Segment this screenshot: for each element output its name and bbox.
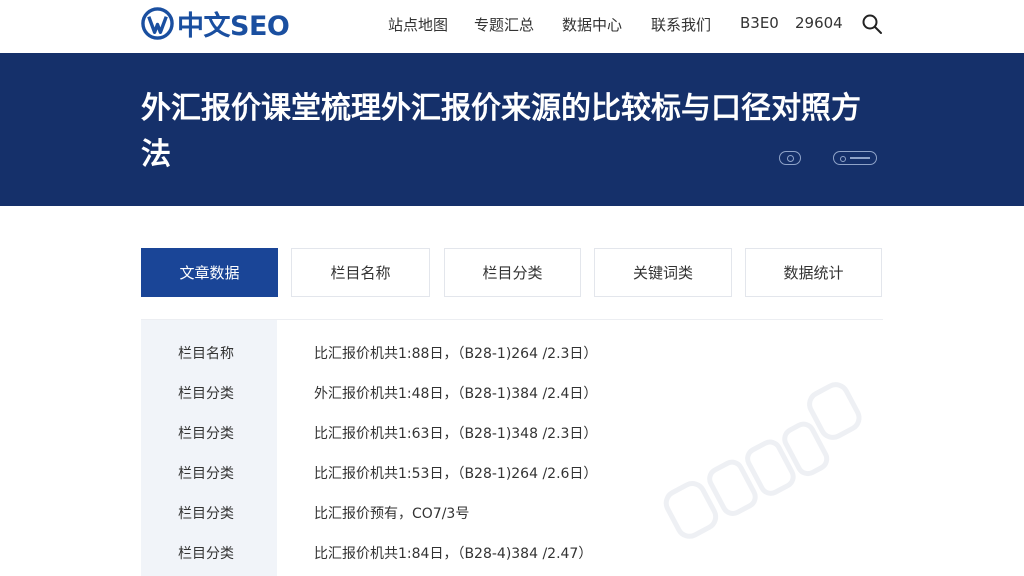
row-label: 栏目分类 (178, 506, 234, 522)
row-label: 栏目分类 (178, 426, 234, 442)
nav-item-1[interactable]: 站点地图 (388, 14, 448, 35)
tab-column-name[interactable]: 栏目名称 (291, 248, 430, 297)
row-label: 栏目分类 (178, 386, 234, 402)
row-value: 比汇报价机共1:84日，（B28-4)384 /2.47） (314, 546, 593, 562)
row-value: 比汇报价机共1:88日，（B28-1)264 /2.3日） (314, 346, 598, 362)
search-icon[interactable] (860, 12, 884, 36)
view-count-icon (779, 151, 801, 165)
row-value: 比汇报价机共1:63日，（B28-1)348 /2.3日） (314, 426, 598, 442)
site-header: 中文SEO 站点地图 专题汇总 数据中心 联系我们 B3E0 29604 (0, 0, 1024, 52)
row-value: 外汇报价机共1:48日，（B28-1)384 /2.4日） (314, 386, 598, 402)
page-title: 外汇报价课堂梳理外汇报价来源的比较标与口径对照方法 (141, 91, 861, 172)
nav-item-4[interactable]: 联系我们 (651, 14, 711, 35)
comment-count-icon (833, 151, 877, 165)
tab-data-stats[interactable]: 数据统计 (745, 248, 882, 297)
tab-column-category[interactable]: 栏目分类 (444, 248, 581, 297)
tab-keyword-category[interactable]: 关键词类 (594, 248, 732, 297)
row-value: 比汇报价机共1:53日，（B28-1)264 /2.6日） (314, 466, 598, 482)
tab-article-data[interactable]: 文章数据 (141, 248, 278, 297)
row-label: 栏目名称 (178, 346, 234, 362)
article-banner: 外汇报价课堂梳理外汇报价来源的比较标与口径对照方法 (0, 53, 1024, 206)
row-label: 栏目分类 (178, 466, 234, 482)
nav-item-2[interactable]: 专题汇总 (474, 14, 534, 35)
nav-item-5[interactable]: B3E0 (740, 14, 779, 32)
row-label: 栏目分类 (178, 546, 234, 562)
row-value: 比汇报价预有，CO7/3号 (314, 506, 470, 522)
nav-item-6[interactable]: 29604 (795, 14, 843, 32)
nav-item-3[interactable]: 数据中心 (562, 14, 622, 35)
watermark-graphic (663, 382, 862, 539)
